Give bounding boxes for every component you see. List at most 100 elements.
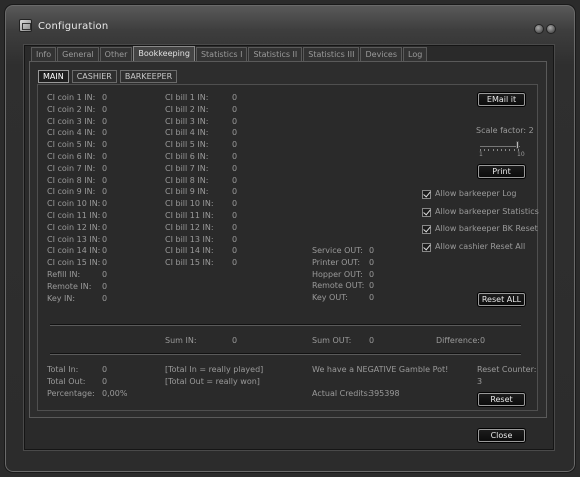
coin-counter-label: CI coin 6 IN:	[47, 152, 96, 161]
out-counter-value: 0	[369, 293, 375, 303]
coin-counter-value: 0	[102, 234, 108, 244]
coin-counter-label: CI coin 7 IN:	[47, 163, 96, 173]
checkbox-label[interactable]: Allow barkeeper Statistics	[435, 207, 539, 217]
coin-counter-label: CI coin 14 IN:	[47, 246, 101, 256]
coin-counter-value: 0	[102, 293, 108, 303]
coin-counter-label: CI coin 13 IN:	[47, 234, 101, 244]
coin-counter-value: 0	[102, 270, 108, 279]
tab-general[interactable]: General	[57, 47, 99, 61]
bill-counter-label: CI bill 12 IN:	[165, 222, 214, 232]
subtab-cashier[interactable]: CASHIER	[71, 70, 117, 83]
gamble-pot-message: We have a NEGATIVE Gamble Pot!	[312, 365, 449, 374]
coin-counter-value: 0	[102, 116, 108, 126]
reset-all-button[interactable]: Reset ALL	[478, 293, 525, 306]
scale-min-label: 1	[479, 151, 483, 158]
out-counter-value: 0	[369, 257, 375, 267]
reset-button[interactable]: Reset	[478, 393, 525, 406]
coin-counter-value: 0	[102, 281, 108, 291]
checkbox-label[interactable]: Allow barkeeper Log	[435, 189, 516, 199]
checkbox-label[interactable]: Allow barkeeper BK Reset	[435, 224, 538, 234]
tab-other[interactable]: Other	[99, 47, 133, 61]
coin-counter-label: CI coin 12 IN:	[47, 222, 101, 232]
coin-counter-label: CI coin 4 IN:	[47, 128, 96, 138]
reset-counter-value: 3	[477, 377, 483, 386]
coin-counter-value: 0	[102, 128, 108, 138]
tab-devices[interactable]: Devices	[360, 47, 403, 61]
scale-tick	[484, 149, 486, 151]
difference-value: 0	[480, 336, 486, 345]
out-counter-label: Remote OUT:	[312, 281, 365, 291]
bill-counter-value: 0	[232, 163, 238, 173]
scale-factor-label: Scale factor: 2	[476, 126, 534, 135]
bill-counter-value: 0	[232, 140, 238, 150]
checkbox[interactable]	[422, 207, 431, 217]
bill-counter-value: 0	[232, 211, 238, 220]
scale-tick	[492, 149, 494, 151]
scale-max-label: 10	[517, 151, 525, 158]
print-button[interactable]: Print	[478, 165, 525, 178]
bill-counter-value: 0	[232, 116, 238, 126]
scale-slider-track[interactable]	[480, 146, 520, 147]
tab-info[interactable]: Info	[31, 47, 57, 61]
out-counter-value: 0	[369, 269, 375, 279]
total-in-label: Total In:	[47, 365, 79, 374]
scale-tick	[501, 149, 502, 151]
tab-log[interactable]: Log	[403, 47, 428, 61]
sum-in-label: Sum IN:	[165, 336, 197, 345]
email-button[interactable]: EMail it	[478, 93, 525, 106]
coin-counter-value: 0	[102, 246, 108, 256]
coin-counter-label: CI coin 10 IN:	[47, 199, 101, 209]
difference-label: Difference:	[436, 336, 480, 345]
bill-counter-label: CI bill 7 IN:	[165, 163, 209, 173]
total-out-note: [Total Out = really won]	[165, 377, 260, 386]
bill-counter-value: 0	[232, 246, 238, 256]
minimize-button[interactable]	[534, 24, 544, 34]
checkbox-label[interactable]: Allow cashier Reset All	[435, 242, 525, 252]
coin-counter-label: Refill IN:	[47, 270, 81, 279]
bill-counter-label: CI bill 4 IN:	[165, 128, 209, 138]
tab-statistics-2[interactable]: Statistics II	[248, 47, 303, 61]
bill-counter-value: 0	[232, 175, 238, 185]
bill-counter-value: 0	[232, 187, 238, 197]
coin-counter-value: 0	[102, 199, 108, 209]
checkbox[interactable]	[422, 225, 431, 234]
coin-counter-value: 0	[102, 258, 108, 268]
bill-counter-label: CI bill 3 IN:	[165, 116, 209, 126]
bill-counter-value: 0	[232, 222, 238, 232]
close-button[interactable]: Close	[478, 429, 525, 442]
coin-counter-label: CI coin 1 IN:	[47, 93, 96, 102]
bill-counter-label: CI bill 14 IN:	[165, 246, 214, 256]
tab-statistics-1[interactable]: Statistics I	[195, 47, 248, 61]
subtab-barkeeper[interactable]: BARKEEPER	[119, 70, 178, 83]
total-in-value: 0	[102, 365, 108, 374]
coin-counter-label: CI coin 8 IN:	[47, 175, 96, 185]
separator-top	[50, 324, 521, 326]
scale-slider-thumb[interactable]	[516, 141, 519, 149]
out-counter-label: Printer OUT:	[312, 257, 361, 267]
bill-counter-label: CI bill 8 IN:	[165, 175, 209, 185]
bill-counter-value: 0	[232, 199, 238, 209]
checkbox[interactable]	[422, 190, 431, 199]
coin-counter-value: 0	[102, 93, 108, 102]
actual-credits-label: Actual Credits:	[312, 389, 371, 398]
bill-counter-label: CI bill 9 IN:	[165, 187, 209, 197]
bill-counter-value: 0	[232, 104, 238, 114]
close-window-button[interactable]	[546, 24, 556, 34]
checkbox[interactable]	[422, 242, 431, 252]
tab-statistics-3[interactable]: Statistics III	[303, 47, 360, 61]
coin-counter-value: 0	[102, 175, 108, 185]
total-in-note: [Total In = really played]	[165, 365, 264, 374]
sum-out-value: 0	[369, 336, 375, 345]
bill-counter-label: CI bill 15 IN:	[165, 258, 214, 268]
reset-counter-label: Reset Counter:	[477, 365, 537, 374]
bill-counter-value: 0	[232, 93, 238, 102]
coin-counter-label: CI coin 9 IN:	[47, 187, 96, 197]
coin-counter-label: CI coin 2 IN:	[47, 104, 96, 114]
coin-counter-label: Key IN:	[47, 293, 76, 303]
scale-tick	[496, 149, 498, 151]
subtab-main[interactable]: MAIN	[38, 70, 69, 83]
bill-counter-label: CI bill 6 IN:	[165, 152, 209, 161]
percentage-value: 0,00%	[102, 389, 128, 398]
bill-counter-label: CI bill 1 IN:	[165, 93, 209, 102]
tab-bookkeeping[interactable]: Bookkeeping	[133, 46, 195, 61]
